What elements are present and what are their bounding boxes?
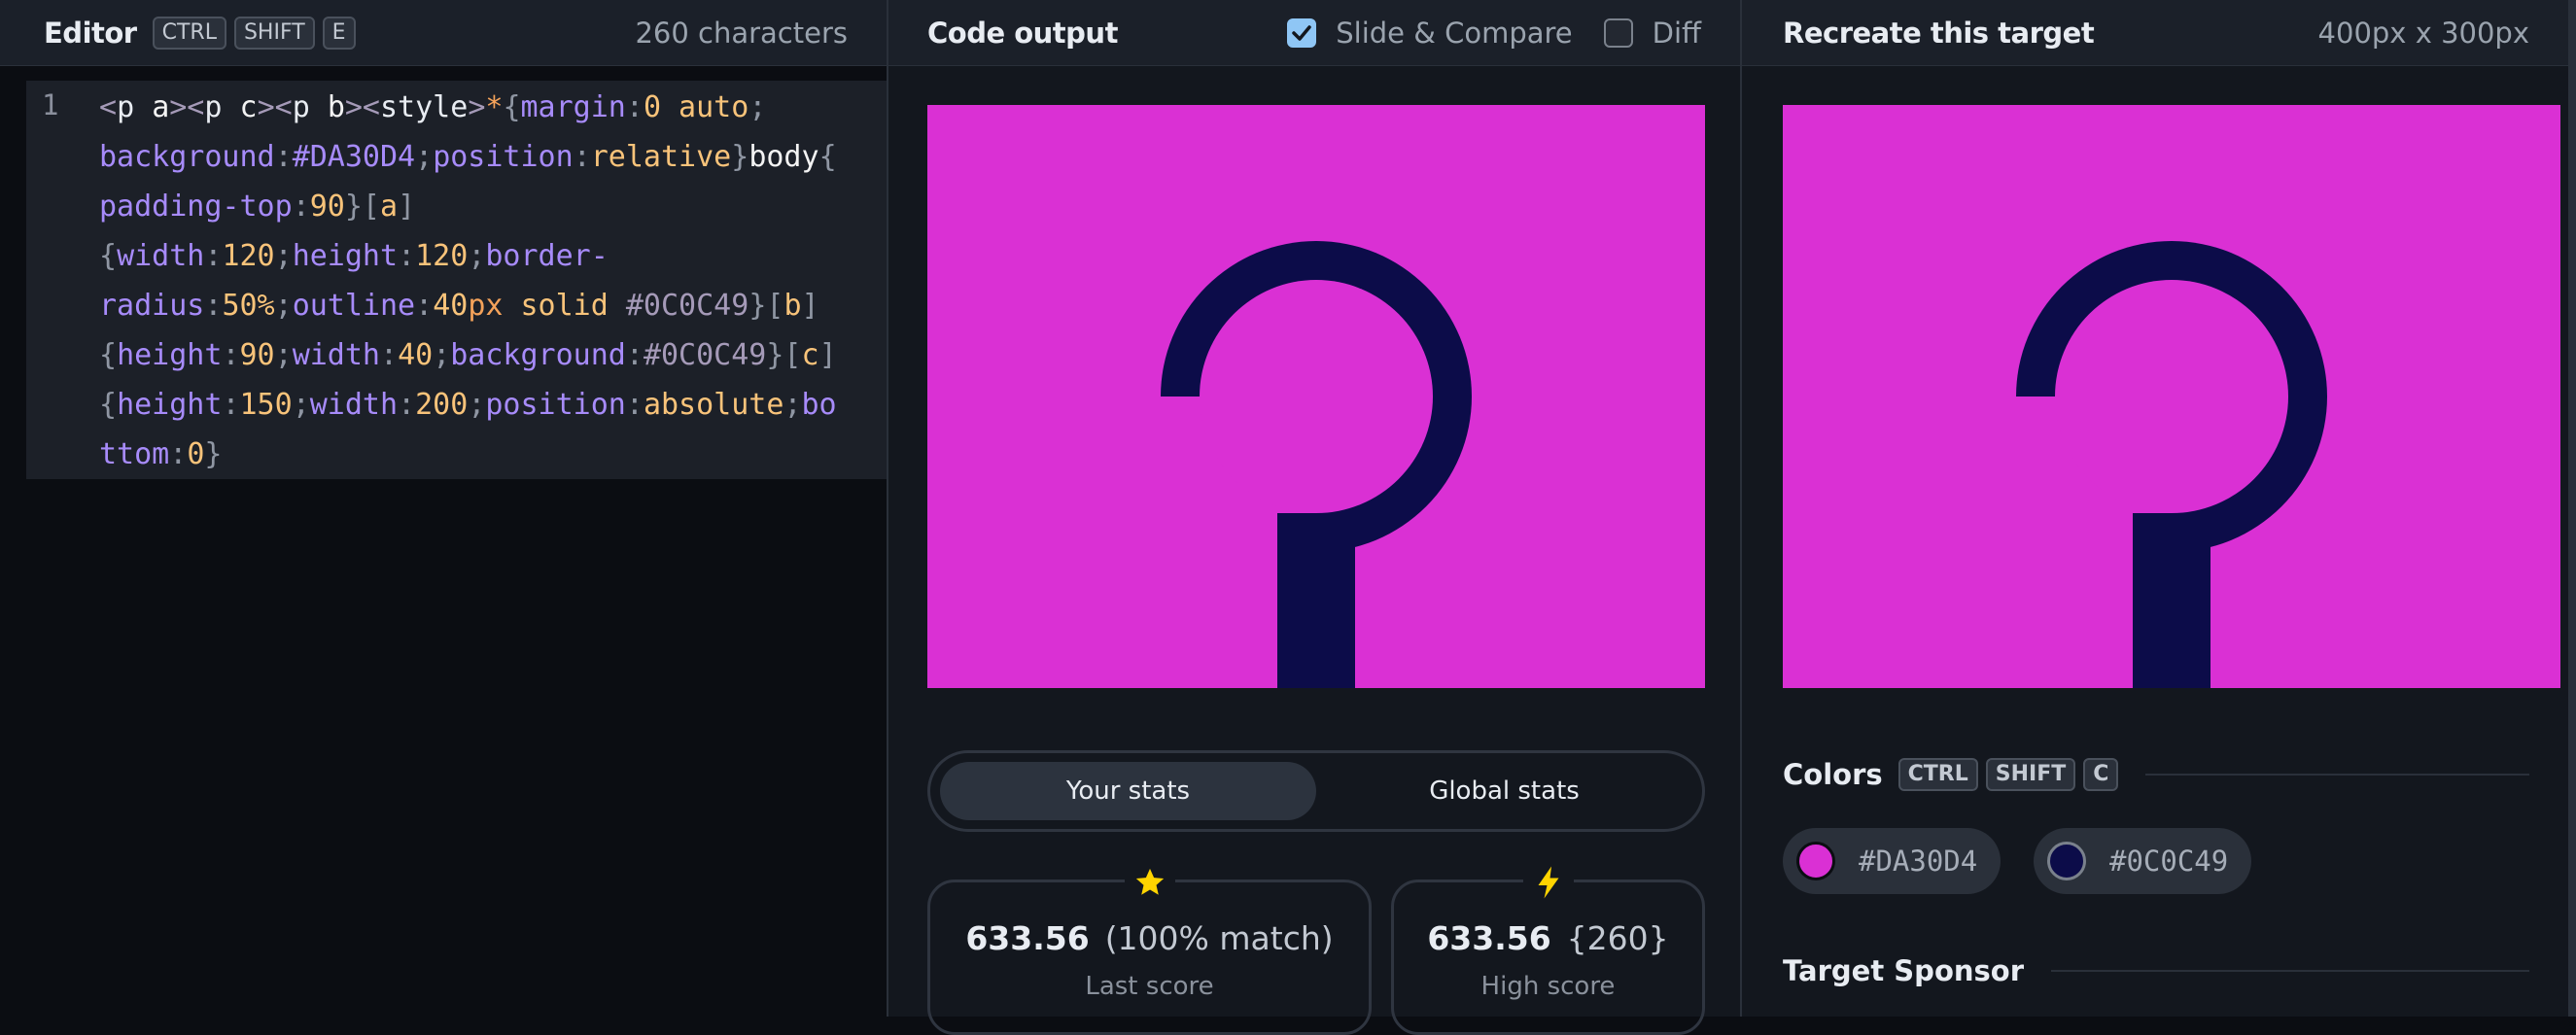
target-shape [1783, 105, 2560, 688]
star-icon [1124, 857, 1175, 908]
color-dot [2047, 842, 2086, 880]
lightning-icon [1522, 857, 1574, 908]
output-title: Code output [927, 16, 1118, 50]
scrollbar[interactable] [2568, 0, 2576, 1017]
code-text[interactable]: <p a><p c><p b><style>*{margin:0 auto; b… [99, 83, 887, 479]
tab-your-stats[interactable]: Your stats [940, 762, 1316, 820]
shortcut-key-ctrl: CTRL [152, 16, 226, 50]
high-score-card: 633.56 {260} High score [1391, 857, 1705, 1035]
character-count: 260 characters [635, 16, 848, 50]
high-score-value: 633.56 [1427, 919, 1551, 957]
target-header: Recreate this target 400px x 300px [1742, 0, 2576, 66]
editor-header: Editor CTRL SHIFT E 260 characters [0, 0, 887, 66]
target-pane: Recreate this target 400px x 300px Color… [1742, 0, 2576, 1017]
shortcut-key-shift: SHIFT [1985, 758, 2076, 791]
editor-pane: Editor CTRL SHIFT E 260 characters 1 <p … [0, 0, 887, 1017]
target-title: Recreate this target [1783, 16, 2095, 50]
target-dimensions: 400px x 300px [2317, 16, 2529, 50]
slide-compare-label[interactable]: Slide & Compare [1336, 17, 1572, 50]
output-shape [927, 105, 1705, 688]
target-canvas [1783, 105, 2560, 688]
last-score-match: (100% match) [1104, 919, 1334, 957]
last-score-card: 633.56 (100% match) Last score [927, 857, 1372, 1035]
diff-checkbox[interactable] [1603, 17, 1633, 48]
color-hex: #0C0C49 [2109, 845, 2229, 878]
stats-tabs: Your stats Global stats [927, 750, 1705, 832]
color-swatch-1[interactable]: #DA30D4 [1783, 828, 2002, 894]
high-score-label: High score [1480, 972, 1616, 1001]
sponsor-section-title: Target Sponsor [1783, 954, 2529, 987]
last-score-value: 633.56 [965, 919, 1090, 957]
tab-global-stats[interactable]: Global stats [1316, 762, 1692, 820]
shortcut-key-shift: SHIFT [233, 16, 315, 50]
colors-title: Colors [1783, 758, 1883, 791]
last-score-label: Last score [1085, 972, 1214, 1001]
shortcut-key-c: C [2083, 758, 2119, 791]
shortcut-key-ctrl: CTRL [1897, 758, 1978, 791]
color-dot [1796, 842, 1835, 880]
editor-title: Editor [44, 16, 137, 50]
output-canvas[interactable] [927, 105, 1705, 688]
output-pane: Code output Slide & Compare Diff Your st… [887, 0, 1742, 1035]
color-hex: #DA30D4 [1859, 845, 1978, 878]
output-header: Code output Slide & Compare Diff [888, 0, 1740, 66]
line-number: 1 [42, 88, 59, 121]
divider [2051, 970, 2529, 972]
divider [2145, 774, 2529, 776]
sponsor-title: Target Sponsor [1783, 954, 2025, 987]
code-editor[interactable]: 1 <p a><p c><p b><style>*{margin:0 auto;… [26, 81, 887, 479]
slide-compare-checkbox[interactable] [1287, 17, 1317, 48]
checkmark-icon [1292, 24, 1311, 41]
color-swatch-2[interactable]: #0C0C49 [2034, 828, 2252, 894]
colors-section-title: Colors CTRL SHIFT C [1783, 758, 2529, 791]
shortcut-key-e: E [322, 16, 356, 50]
high-score-chars: {260} [1566, 919, 1669, 957]
diff-label[interactable]: Diff [1653, 17, 1701, 50]
